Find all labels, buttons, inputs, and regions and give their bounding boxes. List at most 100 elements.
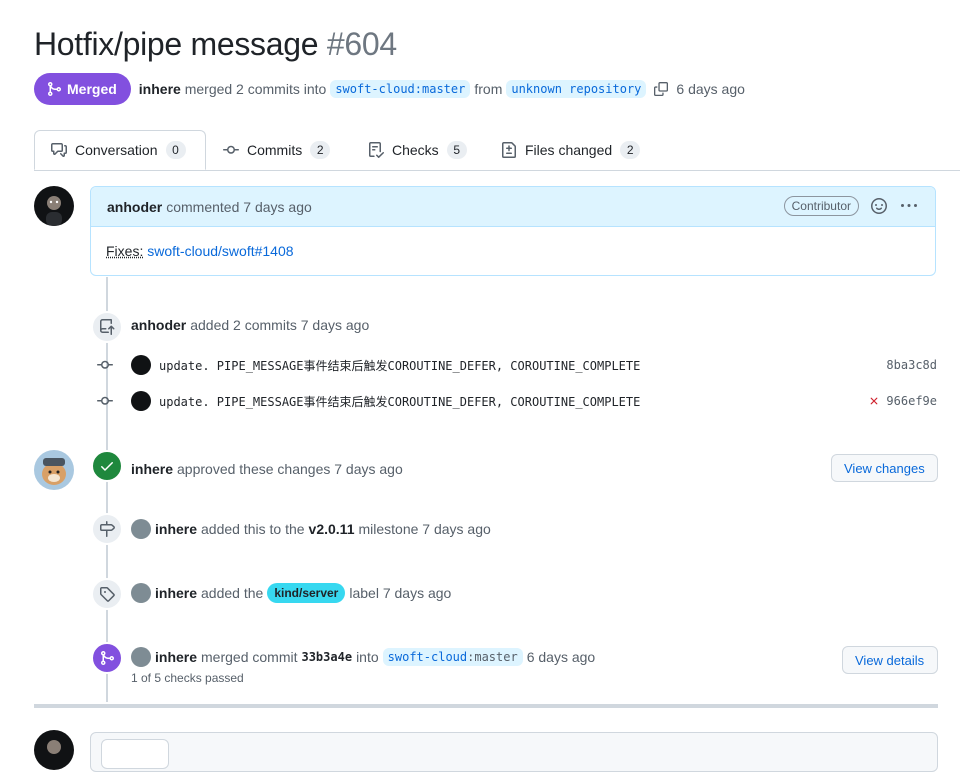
view-details-button[interactable]: View details	[842, 646, 938, 674]
commit-sha[interactable]: 8ba3c8d	[886, 358, 937, 372]
commits-event-author[interactable]: anhoder	[131, 317, 186, 333]
label-pill[interactable]: kind/server	[267, 583, 346, 603]
next-comment-tab[interactable]	[101, 739, 169, 769]
comment-discussion-icon	[51, 143, 67, 157]
comment-author[interactable]: anhoder	[107, 199, 162, 215]
git-commit-icon	[97, 357, 113, 373]
merge-time: 6 days ago	[526, 649, 596, 665]
merge-text: inhere merged commit 33b3a4e into swoft-…	[131, 647, 595, 667]
smiley-icon[interactable]	[871, 198, 887, 217]
timeline-divider	[34, 704, 938, 708]
merged-badge: Merged	[34, 73, 131, 105]
approved-badge	[91, 450, 123, 482]
tab-checks-label: Checks	[392, 142, 439, 158]
x-icon[interactable]	[868, 395, 880, 407]
checks-summary: 1 of 5 checks passed	[131, 671, 244, 685]
fixes-label: Fixes:	[106, 243, 144, 259]
pr-title: Hotfix/pipe message #604	[34, 26, 397, 63]
commit-sha[interactable]: 966ef9e	[886, 394, 937, 408]
label-post: label 7 days ago	[349, 585, 452, 601]
merge-branch[interactable]: swoft-cloud:master	[382, 648, 523, 666]
merge-branch-owner: swoft-cloud	[387, 650, 468, 664]
merge-branch-name: master	[474, 650, 518, 664]
tab-conversation-count: 0	[165, 141, 186, 159]
commits-event-desc: added 2 commits 7 days ago	[190, 317, 370, 333]
avatar-anhoder[interactable]	[34, 186, 74, 226]
pr-title-text: Hotfix/pipe message	[34, 26, 319, 62]
issue-link[interactable]: swoft-cloud/swoft#1408	[147, 243, 293, 259]
merge-pre: merged commit	[201, 649, 298, 665]
milestone-author[interactable]: inhere	[155, 521, 197, 537]
milestone-author-avatar[interactable]	[131, 519, 151, 539]
commit-status: 966ef9e	[868, 394, 937, 408]
tab-bar: Conversation 0 Commits 2 Checks 5 Files …	[34, 130, 960, 171]
label-pre: added the	[201, 585, 264, 601]
pr-meta: Merged inhere merged 2 commits into swof…	[34, 73, 745, 105]
milestone-post: milestone 7 days ago	[358, 521, 491, 537]
tab-files-changed[interactable]: Files changed 2	[501, 130, 641, 170]
comment-box: anhoder commented 7 days ago Contributor…	[90, 186, 936, 276]
approval-author[interactable]: inhere	[131, 461, 173, 477]
tab-checks-count: 5	[446, 141, 467, 159]
merge-author[interactable]: inhere	[155, 649, 197, 665]
milestone-name[interactable]: v2.0.11	[309, 521, 355, 537]
head-branch[interactable]: unknown repository	[506, 80, 647, 98]
file-diff-icon	[502, 142, 516, 158]
merged-text: merged 2 commits into	[184, 81, 327, 97]
commit-row: update. PIPE_MESSAGE事件结束后触发COROUTINE_DEF…	[97, 390, 937, 412]
label-badge	[91, 578, 123, 610]
commit-row: update. PIPE_MESSAGE事件结束后触发COROUTINE_DEF…	[97, 354, 937, 376]
merge-author-avatar[interactable]	[131, 647, 151, 667]
milestone-text: inhere added this to the v2.0.11 milesto…	[131, 519, 491, 539]
label-author[interactable]: inhere	[155, 585, 197, 601]
view-changes-button[interactable]: View changes	[831, 454, 938, 482]
merge-sha[interactable]: 33b3a4e	[301, 650, 352, 664]
kebab-horizontal-icon[interactable]	[901, 198, 917, 217]
milestone-badge	[91, 513, 123, 545]
label-author-avatar[interactable]	[131, 583, 151, 603]
merge-event-badge	[91, 642, 123, 674]
tab-conversation[interactable]: Conversation 0	[34, 130, 206, 170]
comment-action: commented 7 days ago	[166, 198, 312, 215]
copy-icon[interactable]	[654, 81, 669, 97]
pr-number: #604	[326, 26, 397, 62]
tag-icon	[100, 587, 115, 602]
milestone-icon	[100, 521, 115, 537]
comment-body: Fixes: swoft-cloud/swoft#1408	[91, 227, 935, 275]
approval-desc: approved these changes 7 days ago	[177, 461, 403, 477]
milestone-pre: added this to the	[201, 521, 305, 537]
commits-event-text: anhoder added 2 commits 7 days ago	[131, 315, 369, 335]
commit-author-avatar[interactable]	[131, 391, 151, 411]
git-commit-icon	[223, 145, 239, 154]
merged-badge-label: Merged	[67, 81, 117, 97]
checklist-icon	[369, 142, 384, 158]
check-icon	[101, 462, 113, 471]
from-text: from	[474, 81, 503, 97]
merge-icon	[48, 82, 62, 96]
pr-time: 6 days ago	[676, 81, 745, 97]
label-text: inhere added the kind/server label 7 day…	[131, 583, 451, 603]
tab-files-count: 2	[620, 141, 641, 159]
tab-checks[interactable]: Checks 5	[368, 130, 467, 170]
comment-header: anhoder commented 7 days ago Contributor	[91, 187, 935, 227]
git-commit-icon	[97, 393, 113, 409]
tab-commits-label: Commits	[247, 142, 303, 158]
tab-files-label: Files changed	[525, 142, 613, 158]
tab-conversation-label: Conversation	[75, 142, 158, 158]
commit-message[interactable]: update. PIPE_MESSAGE事件结束后触发COROUTINE_DEF…	[159, 393, 640, 410]
commit-author-avatar[interactable]	[131, 355, 151, 375]
tab-commits[interactable]: Commits 2	[223, 130, 331, 170]
commit-message[interactable]: update. PIPE_MESSAGE事件结束后触发COROUTINE_DEF…	[159, 357, 640, 374]
next-comment-box	[90, 732, 938, 772]
avatar-inhere[interactable]	[34, 450, 74, 490]
avatar-next[interactable]	[34, 730, 74, 770]
contributor-badge: Contributor	[783, 196, 859, 216]
repo-push-icon	[100, 319, 115, 335]
approval-text: inhere approved these changes 7 days ago	[131, 459, 403, 479]
tab-commits-count: 2	[310, 141, 331, 159]
merge-into: into	[356, 649, 379, 665]
base-branch[interactable]: swoft-cloud:master	[330, 80, 471, 98]
push-event-badge	[91, 311, 123, 343]
merge-icon	[101, 651, 115, 665]
pr-author-link[interactable]: inhere	[139, 81, 181, 97]
